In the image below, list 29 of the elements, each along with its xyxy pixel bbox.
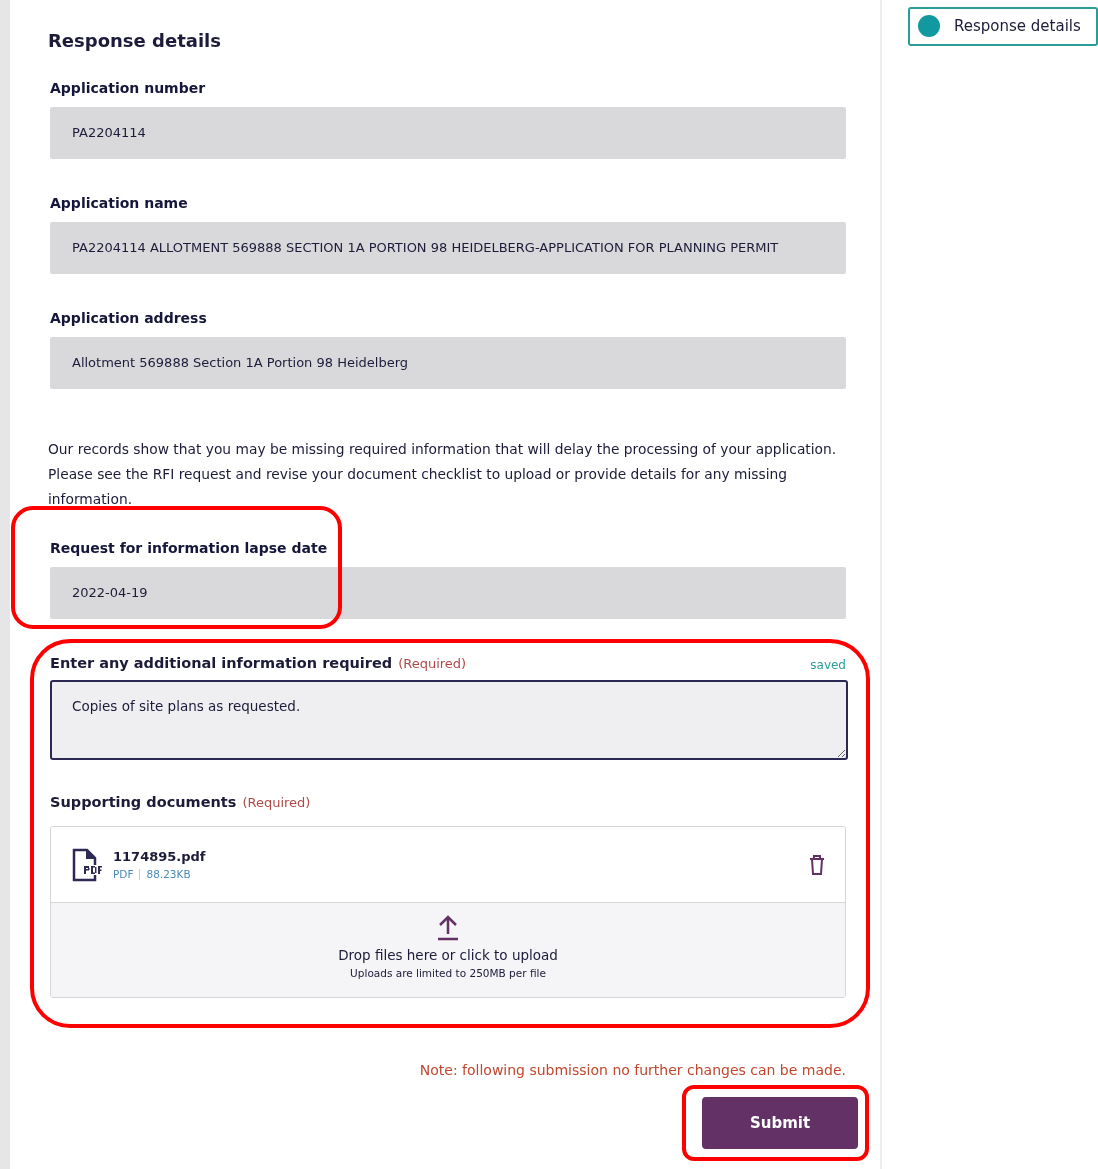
readonly-field: Allotment 569888 Section 1A Portion 98 Heidelberg — [50, 336, 846, 389]
readonly-field: PA2204114 — [50, 106, 846, 159]
saved-status: saved — [810, 657, 846, 675]
trash-icon — [809, 855, 825, 876]
section-title: Response details — [48, 30, 222, 52]
submit-button[interactable]: Submit — [702, 1097, 858, 1150]
delete-button[interactable] — [809, 852, 825, 877]
upload-dropzone[interactable]: Drop files here or click to upload Uploads are limited to 250MB per file — [51, 903, 845, 998]
dropzone-title: Drop files here or click to upload — [337, 946, 559, 966]
upload-icon — [437, 915, 459, 942]
notice-text: Our records show that you may be missing required information that will delay the processing of your application. Please see the RFI request and revise your document checklist to upload or provide details for any missing information. — [48, 439, 838, 509]
field-label: Enter any additional information required — [50, 653, 393, 673]
file-name: 1174895.pdf — [113, 848, 207, 867]
readonly-field: 2022-04-19 — [50, 566, 846, 619]
field-label: Supporting documents — [50, 793, 237, 813]
field-label: Application name — [50, 193, 189, 213]
submission-note: Note: following submission no further changes can be made. — [418, 1061, 846, 1081]
field-label: Application address — [50, 308, 208, 328]
text-area[interactable]: Copies of site plans as requested. — [50, 680, 848, 761]
pdf-file-icon — [71, 847, 103, 882]
dropzone-hint: Uploads are limited to 250MB per file — [349, 965, 547, 981]
required-text: (Required) — [242, 794, 311, 813]
field-label: Application number — [50, 78, 207, 98]
required-text: (Required) — [398, 654, 467, 673]
field-label: Request for information lapse date — [50, 538, 329, 558]
file-type: PDF — [113, 866, 134, 882]
file-size: 88.23KB — [146, 866, 191, 882]
readonly-field: PA2204114 ALLOTMENT 569888 SECTION 1A PORTION 98 HEIDELBERG-APPLICATION FOR PLANNING PERMIT — [50, 221, 846, 274]
nav-item[interactable]: Response details — [908, 7, 1098, 46]
